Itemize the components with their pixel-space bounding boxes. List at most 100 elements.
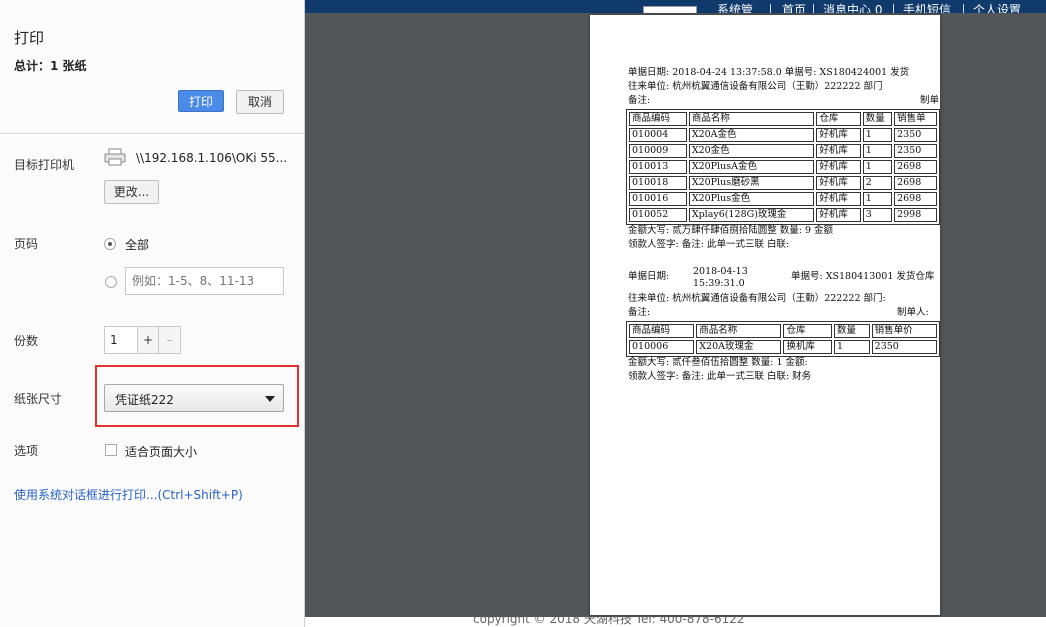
table-cell: 2350 bbox=[894, 128, 937, 142]
change-printer-button[interactable]: 更改... bbox=[104, 180, 159, 204]
table-cell: 好机库 bbox=[816, 160, 861, 174]
nav-item-sms[interactable]: 手机短信 bbox=[903, 2, 951, 13]
nav-item-home[interactable]: 首页 bbox=[782, 2, 806, 13]
table-header-cell: 销售单 bbox=[894, 112, 937, 126]
table-header-row: 商品编码 商品名称 仓库 数量 销售单价 bbox=[629, 324, 937, 338]
paper-size-value: 凭证纸222 bbox=[115, 393, 174, 407]
table-cell: 2350 bbox=[894, 144, 937, 158]
doc2-items-table: 商品编码 商品名称 仓库 数量 销售单价 010006 X20A玫瑰金 换机库 … bbox=[626, 321, 940, 357]
table-cell: 1 bbox=[862, 192, 893, 206]
background-nav-bar: 系统管 首页 消息中心 0 手机短信 个人设置 bbox=[305, 0, 1046, 13]
print-preview-area: 单据日期: 2018-04-24 13:37:58.0 单据号: XS18042… bbox=[305, 13, 1046, 617]
table-cell: 好机库 bbox=[816, 192, 861, 206]
preview-page: 单据日期: 2018-04-24 13:37:58.0 单据号: XS18042… bbox=[590, 15, 940, 615]
fit-to-page-checkbox[interactable] bbox=[105, 444, 117, 456]
doc2-bill-number: 单据号: XS180413001 发货仓库 bbox=[791, 271, 935, 282]
table-cell: X20A金色 bbox=[688, 128, 815, 142]
doc1-signature-line: 领款人签字: 备注: 此单一式三联 白联: bbox=[628, 239, 790, 250]
cancel-button[interactable]: 取消 bbox=[236, 90, 284, 114]
doc1-items-table: 商品编码 商品名称 仓库 数量 销售单 010004 X20A金色 好机库 1 … bbox=[626, 109, 940, 225]
table-cell: X20A玫瑰金 bbox=[696, 340, 782, 354]
nav-item-messages[interactable]: 消息中心 0 bbox=[823, 2, 882, 13]
nav-separator bbox=[893, 4, 894, 13]
table-cell: 010006 bbox=[629, 340, 695, 354]
table-cell: 010016 bbox=[629, 192, 687, 206]
table-cell: 1 bbox=[862, 128, 893, 142]
doc2-time-value: 15:39:31.0 bbox=[693, 278, 745, 289]
nav-item-settings[interactable]: 个人设置 bbox=[973, 2, 1021, 13]
table-row: 010006 X20A玫瑰金 换机库 1 2350 bbox=[629, 340, 937, 354]
dropdown-arrow-icon bbox=[265, 396, 275, 402]
table-cell: Xplay6(128G)玫瑰金 bbox=[688, 208, 815, 222]
dialog-title: 打印 bbox=[14, 29, 45, 47]
table-cell: 010009 bbox=[629, 144, 687, 158]
table-row: 010016 X20Plus金色 好机库 1 2698 bbox=[629, 192, 937, 206]
table-header-row: 商品编码 商品名称 仓库 数量 销售单 bbox=[629, 112, 937, 126]
pages-custom-radio[interactable] bbox=[105, 276, 117, 288]
table-cell: 换机库 bbox=[783, 340, 833, 354]
nav-separator bbox=[963, 4, 964, 13]
doc1-customer-line: 往来单位: 杭州杭翼通信设备有限公司（王勤）222222 部门 bbox=[628, 81, 883, 92]
table-cell: 010013 bbox=[629, 160, 687, 174]
table-row: 010013 X20PlusA金色 好机库 1 2698 bbox=[629, 160, 937, 174]
doc2-customer-line: 往来单位: 杭州杭翼通信设备有限公司（王勤）222222 部门: bbox=[628, 293, 886, 304]
table-cell: 010018 bbox=[629, 176, 687, 190]
background-search-box bbox=[643, 6, 697, 13]
table-header-cell: 仓库 bbox=[783, 324, 833, 338]
system-dialog-link[interactable]: 使用系统对话框进行打印...(Ctrl+Shift+P) bbox=[14, 486, 243, 503]
doc2-amount-line: 金额大写: 贰仟叁佰伍拾圆整 数量: 1 金额: bbox=[628, 357, 808, 368]
sheet-total: 总计：1 张纸 bbox=[14, 59, 87, 73]
doc1-remark-label: 备注: bbox=[628, 95, 651, 106]
pages-range-input[interactable] bbox=[125, 267, 284, 295]
destination-label: 目标打印机 bbox=[14, 158, 75, 172]
print-settings-panel: 打印 总计：1 张纸 打印 取消 目标打印机 \\192.168.1.106\O… bbox=[0, 0, 305, 627]
doc1-creator-label: 制单 bbox=[920, 95, 940, 106]
table-header-cell: 数量 bbox=[834, 324, 870, 338]
doc2-remark-label: 备注: bbox=[628, 307, 651, 318]
table-cell: 2698 bbox=[894, 160, 937, 174]
print-button[interactable]: 打印 bbox=[178, 90, 224, 112]
table-header-cell: 商品编码 bbox=[629, 112, 687, 126]
table-cell: X20Plus磨砂黑 bbox=[688, 176, 815, 190]
table-cell: 好机库 bbox=[816, 128, 861, 142]
doc2-creator-label: 制单人: bbox=[897, 307, 929, 318]
doc1-amount-line: 金额大写: 贰万肆仟肆佰捌拾陆圆整 数量: 9 金额 bbox=[628, 225, 834, 236]
table-cell: 010052 bbox=[629, 208, 687, 222]
header-divider bbox=[0, 133, 304, 134]
pages-all-label: 全部 bbox=[125, 238, 150, 252]
options-label: 选项 bbox=[14, 444, 39, 458]
table-row: 010004 X20A金色 好机库 1 2350 bbox=[629, 128, 937, 142]
table-cell: 1 bbox=[862, 144, 893, 158]
copies-label: 份数 bbox=[14, 334, 39, 348]
table-cell: 1 bbox=[862, 160, 893, 174]
table-header-cell: 商品名称 bbox=[688, 112, 815, 126]
table-row: 010052 Xplay6(128G)玫瑰金 好机库 3 2998 bbox=[629, 208, 937, 222]
fit-to-page-label: 适合页面大小 bbox=[125, 445, 198, 459]
copies-decrement-button[interactable]: – bbox=[158, 326, 181, 354]
table-cell: 好机库 bbox=[816, 144, 861, 158]
table-cell: X20Plus金色 bbox=[688, 192, 815, 206]
table-cell: X20PlusA金色 bbox=[688, 160, 815, 174]
table-cell: 好机库 bbox=[816, 208, 861, 222]
copies-input[interactable] bbox=[104, 326, 138, 354]
table-cell: 2350 bbox=[871, 340, 937, 354]
table-cell: 2 bbox=[862, 176, 893, 190]
table-cell: 1 bbox=[834, 340, 870, 354]
paper-size-select[interactable]: 凭证纸222 bbox=[104, 384, 284, 412]
doc2-date-label: 单据日期: bbox=[628, 271, 670, 282]
copies-increment-button[interactable]: + bbox=[137, 326, 159, 354]
table-cell: 2998 bbox=[894, 208, 937, 222]
nav-item-system[interactable]: 系统管 bbox=[717, 2, 753, 13]
doc1-header-line: 单据日期: 2018-04-24 13:37:58.0 单据号: XS18042… bbox=[628, 67, 910, 78]
printer-name: \\192.168.1.106\OKi 55... bbox=[136, 151, 288, 165]
table-row: 010018 X20Plus磨砂黑 好机库 2 2698 bbox=[629, 176, 937, 190]
table-row: 010009 X20金色 好机库 1 2350 bbox=[629, 144, 937, 158]
table-header-cell: 商品名称 bbox=[696, 324, 782, 338]
table-cell: 2698 bbox=[894, 176, 937, 190]
table-cell: X20金色 bbox=[688, 144, 815, 158]
table-cell: 2698 bbox=[894, 192, 937, 206]
nav-separator bbox=[770, 4, 771, 13]
table-header-cell: 仓库 bbox=[816, 112, 861, 126]
table-cell: 010004 bbox=[629, 128, 687, 142]
pages-all-radio[interactable] bbox=[104, 238, 116, 250]
